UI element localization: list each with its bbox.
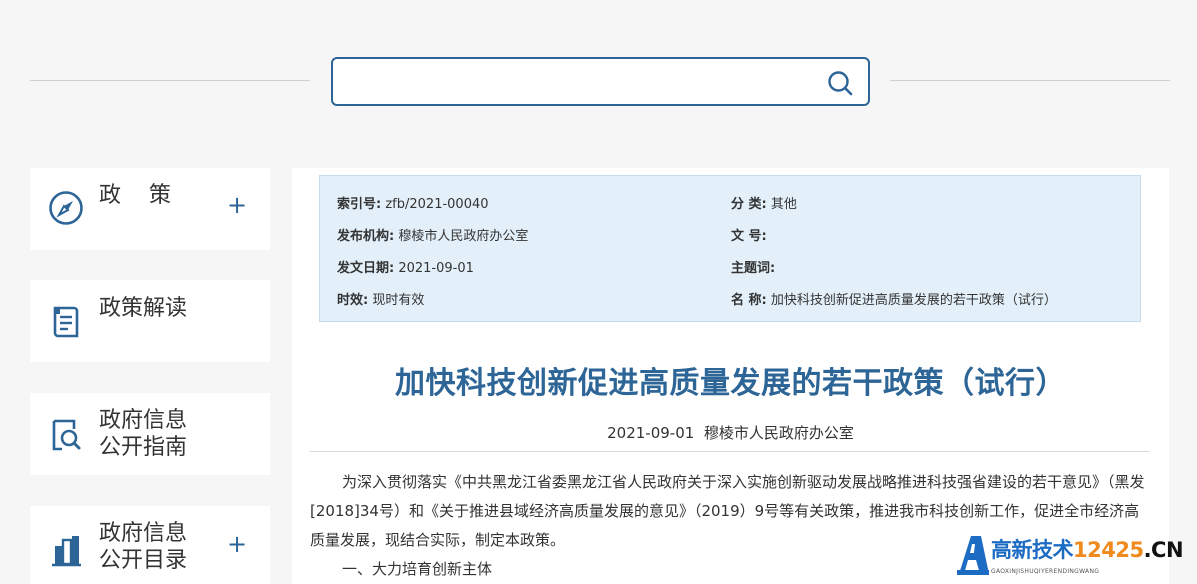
- building-icon: [52, 536, 81, 567]
- search-button[interactable]: [826, 69, 854, 97]
- meta-label: 时效:: [337, 293, 369, 308]
- meta-name: 名 称: 加快科技创新促进高质量发展的若干政策（试行）: [731, 289, 1057, 308]
- sidebar-item-disclosure-guide[interactable]: 政府信息 公开指南: [30, 393, 270, 475]
- compass-icon: [49, 191, 83, 225]
- divider-left: [30, 80, 310, 81]
- search-document-icon: [52, 419, 81, 451]
- watermark-logo-icon: [957, 536, 989, 575]
- sidebar-item-disclosure-catalog[interactable]: 政府信息 公开目录 +: [30, 506, 270, 584]
- watermark-subtext: GAOXINJISHUQIYERENDINGWANG: [991, 568, 1100, 575]
- article-byline: 2021-09-01 穆棱市人民政府办公室: [292, 422, 1169, 443]
- title-divider: [310, 451, 1150, 452]
- watermark-number: 12425: [1073, 538, 1144, 562]
- search-box: [331, 57, 870, 106]
- article-publisher: 穆棱市人民政府办公室: [703, 424, 854, 442]
- sidebar-item-label: 政府信息 公开指南: [99, 408, 188, 460]
- meta-value: 现时有效: [372, 293, 425, 308]
- site-watermark: 高新技术12425.CN GAOXINJISHUQIYERENDINGWANG: [955, 530, 1195, 584]
- meta-date: 发文日期: 2021-09-01: [337, 257, 474, 276]
- meta-value: 加快科技创新促进高质量发展的若干政策（试行）: [770, 293, 1057, 308]
- watermark-tld: .CN: [1143, 538, 1184, 562]
- meta-value: 穆棱市人民政府办公室: [398, 229, 529, 244]
- article-date: 2021-09-01: [607, 424, 695, 442]
- meta-value: 其他: [770, 197, 797, 212]
- meta-label: 名 称:: [731, 293, 767, 308]
- meta-label: 发文日期:: [337, 261, 395, 276]
- search-input[interactable]: [347, 67, 817, 96]
- search-icon: [828, 71, 853, 96]
- meta-label: 文 号:: [731, 229, 767, 244]
- meta-doc-number: 文 号:: [731, 225, 767, 244]
- meta-publisher: 发布机构: 穆棱市人民政府办公室: [337, 225, 528, 244]
- divider-right: [890, 80, 1170, 81]
- meta-value: 2021-09-01: [398, 261, 474, 276]
- meta-subject: 主题词:: [731, 257, 775, 276]
- meta-value: zfb/2021-00040: [385, 197, 489, 212]
- article-title: 加快科技创新促进高质量发展的若干政策（试行）: [395, 366, 1066, 401]
- watermark-text: 高新技术12425.CN: [991, 534, 1184, 564]
- document-icon: [53, 306, 79, 338]
- sidebar-item-label: 政 策: [99, 183, 171, 208]
- sidebar-item-policy-interpretation[interactable]: 政策解读: [30, 280, 270, 362]
- meta-label: 主题词:: [731, 261, 776, 276]
- article-panel: 索引号: zfb/2021-00040 分 类: 其他 发布机构: 穆棱市人民政…: [292, 168, 1169, 584]
- meta-category: 分 类: 其他: [731, 193, 797, 212]
- meta-index: 索引号: zfb/2021-00040: [337, 193, 489, 212]
- meta-validity: 时效: 现时有效: [337, 289, 424, 308]
- sidebar-item-label: 政策解读: [99, 296, 188, 321]
- meta-label: 分 类:: [731, 197, 767, 212]
- meta-label: 发布机构:: [337, 229, 395, 244]
- sidebar-item-policy[interactable]: 政 策 +: [30, 168, 270, 250]
- watermark-brand: 高新技术: [991, 538, 1074, 562]
- document-meta-table: 索引号: zfb/2021-00040 分 类: 其他 发布机构: 穆棱市人民政…: [319, 175, 1141, 322]
- expand-plus-icon[interactable]: +: [227, 532, 247, 556]
- sidebar-item-label: 政府信息 公开目录: [99, 521, 188, 573]
- meta-label: 索引号:: [337, 197, 382, 212]
- expand-plus-icon[interactable]: +: [227, 193, 247, 217]
